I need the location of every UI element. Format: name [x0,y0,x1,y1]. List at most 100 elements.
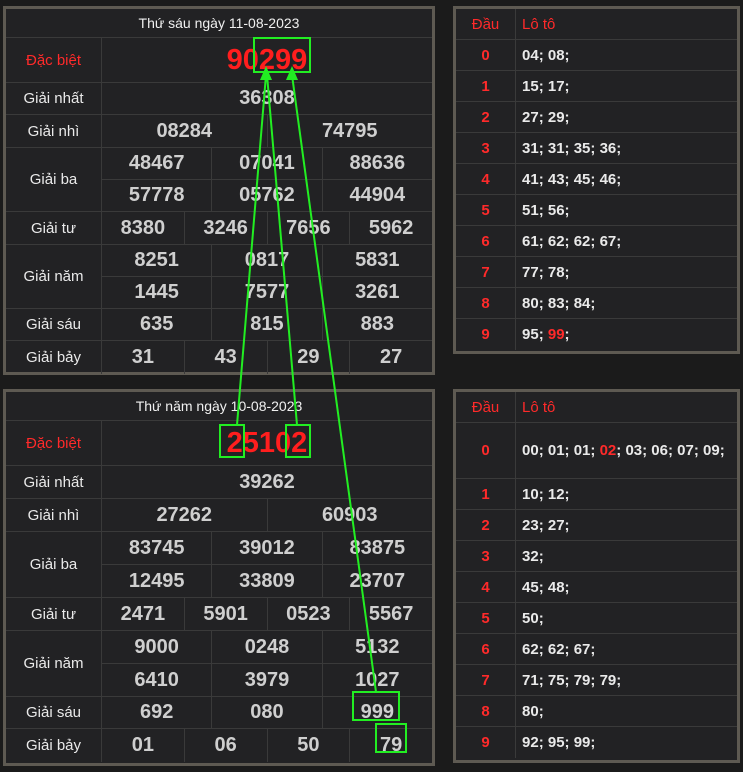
loto-number: 56 [547,202,565,219]
separator: ; [564,579,574,596]
prize-row-sixth: Giải sáu 635 815 883 [6,309,432,341]
loto-number: 36 [599,140,617,157]
loto-numbers: 71; 75; 79; 79; [516,665,737,695]
separator: ; [564,641,574,658]
loto-row-5: 5 51; 56; [456,195,737,226]
separator: ; [538,486,548,503]
prize-row-special: Đặc biệt 25102 [6,421,432,466]
separator: ; [564,295,574,312]
prize-label-fifth: Giải năm [6,631,102,696]
loto-row-6: 6 62; 62; 67; [456,634,737,665]
prize-row-seventh: Giải bảy 01 06 50 79 [6,729,432,762]
prize-number: 44904 [321,180,432,211]
separator: ; [590,295,600,312]
separator: ; [616,233,626,250]
loto-number: 10 [522,486,539,503]
prize-number: 88636 [321,148,432,179]
prize-label-special: Đặc biệt [6,421,102,465]
result-table-2023-08-10: Thứ năm ngày 10-08-2023 Đặc biệt 25102 G… [3,389,435,766]
loto-header-dau: Đầu [456,9,516,39]
prize-label-fifth: Giải năm [6,245,102,308]
prize-number: 29 [266,341,350,374]
prize-number: 0817 [211,245,321,276]
loto-number: 48 [547,579,565,596]
separator: ; [667,441,678,459]
loto-number: 31 [547,140,565,157]
separator: ; [564,109,574,126]
loto-number: 71 [522,672,539,689]
loto-numbers: 80; 83; 84; [516,288,737,318]
prize-number: 8251 [134,249,179,271]
separator: ; [538,703,548,720]
loto-number: 84 [573,295,591,312]
loto-dau: 0 [456,40,516,70]
loto-row-5: 5 50; [456,603,737,634]
loto-dau: 1 [456,479,516,509]
loto-dau: 8 [456,696,516,726]
loto-row-4: 4 41; 43; 45; 46; [456,164,737,195]
loto-number: 83 [547,295,565,312]
loto-numbers: 92; 95; 99; [516,727,737,758]
separator: ; [564,486,574,503]
prize-number: 83875 [321,532,432,564]
loto-number: 32 [522,548,539,565]
loto-row-0: 0 04; 08; [456,40,737,71]
loto-numbers: 77; 78; [516,257,737,287]
loto-numbers: 51; 56; [516,195,737,225]
loto-number: 62 [522,641,539,658]
loto-number: 75 [547,672,565,689]
separator: ; [616,171,626,188]
loto-dau: 4 [456,164,516,194]
loto-number: 04 [522,47,539,64]
separator: ; [538,233,548,250]
separator: ; [719,441,729,459]
loto-numbers: 32; [516,541,737,571]
loto-row-3: 3 32; [456,541,737,572]
separator: ; [564,171,574,188]
separator: ; [538,109,548,126]
separator: ; [616,140,626,157]
separator: ; [538,517,548,534]
prize-number: 883 [321,309,432,340]
loto-number: 01 [573,441,591,459]
special-prize-number: 25102 [226,426,308,459]
separator: ; [590,672,600,689]
separator: ; [590,734,600,751]
loto-table-2023-08-10: Đầu Lô tô 0 00; 01; 01; 02; 03; 06; 07; 0… [453,389,740,763]
loto-numbers: 62; 62; 67; [516,634,737,664]
loto-number: 62 [573,233,591,250]
loto-number: 41 [522,171,539,188]
prize-label-sixth: Giải sáu [6,697,102,728]
loto-number: 78 [547,264,565,281]
loto-number: 79 [573,672,591,689]
separator: ; [590,140,600,157]
prize-number: 74795 [266,115,433,147]
prize-label-sixth: Giải sáu [6,309,102,340]
loto-number: 45 [522,579,539,596]
prize-number: 692 [139,701,174,723]
prize-number: 0523 [266,598,350,630]
separator: ; [616,441,626,459]
loto-row-9: 9 95; 99; [456,319,737,350]
prize-number: 07041 [211,148,321,179]
prize-number: 06 [183,729,267,762]
prize-row-second: Giải nhì 08284 74795 [6,115,432,148]
separator: ; [538,326,548,343]
prize-row-seventh: Giải bảy 31 43 29 27 [6,341,432,374]
separator: ; [538,672,548,689]
loto-numbers: 31; 31; 35; 36; [516,133,737,163]
prize-row-third: Giải ba 83745 39012 83875 12495 33809 23… [6,532,432,598]
loto-number: 92 [522,734,539,751]
separator: ; [538,579,548,596]
prize-number: 33809 [211,565,321,597]
prize-row-first: Giải nhất 39262 [6,466,432,499]
loto-number: 17 [547,78,565,95]
separator: ; [538,171,548,188]
loto-row-0: 0 00; 01; 01; 02; 03; 06; 07; 09; [456,423,737,479]
separator: ; [538,641,548,658]
loto-dau: 5 [456,603,516,633]
loto-number: 01 [547,441,565,459]
loto-number: 23 [522,517,539,534]
loto-dau: 1 [456,71,516,101]
loto-number: 15 [522,78,539,95]
